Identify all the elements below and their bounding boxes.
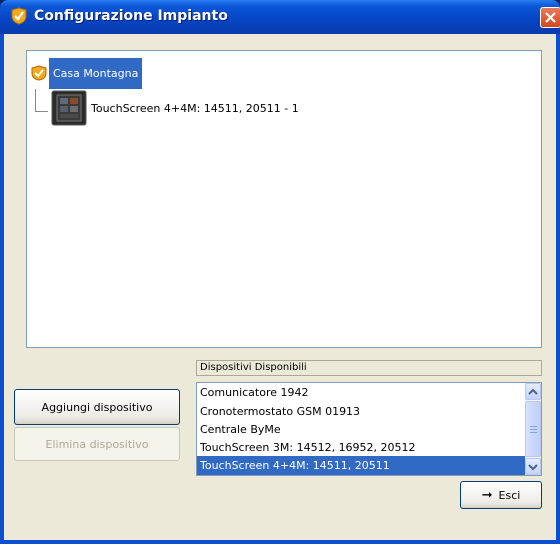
tree-device-label[interactable]: TouchScreen 4+4M: 14511, 20511 - 1 [91, 102, 299, 115]
chevron-up-icon [528, 388, 538, 395]
scroll-grip-line [530, 429, 537, 430]
list-scrollbar[interactable] [525, 383, 541, 475]
delete-device-button[interactable]: Elimina dispositivo [14, 427, 180, 461]
list-item[interactable]: Comunicatore 1942 [197, 383, 525, 402]
tree-node-root[interactable]: Casa Montagna [31, 57, 143, 89]
scroll-down-button[interactable] [525, 458, 541, 475]
exit-button[interactable]: ➞ Esci [460, 481, 542, 509]
device-tree[interactable]: Casa Montagna TouchScreen 4+4M: 14511, 2… [26, 50, 542, 348]
list-item[interactable]: Cronotermostato GSM 01913 [197, 402, 525, 421]
tree-connector [35, 111, 48, 112]
scroll-grip-line [530, 432, 537, 433]
window-title: Configurazione Impianto [34, 8, 228, 24]
scroll-up-button[interactable] [525, 383, 541, 400]
scroll-thumb[interactable] [525, 401, 541, 457]
tree-connector [35, 89, 36, 111]
available-devices-list[interactable]: Comunicatore 1942 Cronotermostato GSM 01… [196, 382, 542, 476]
tree-root-label[interactable]: Casa Montagna [49, 57, 143, 89]
list-item[interactable]: TouchScreen 3M: 14512, 16952, 20512 [197, 438, 525, 457]
window-border-right [556, 34, 560, 544]
dialog-window: Configurazione Impianto Casa Montagna To… [0, 0, 560, 544]
shield-check-icon [11, 7, 27, 25]
arrow-right-icon: ➞ [481, 487, 493, 503]
exit-button-label: Esci [498, 488, 521, 502]
list-item-selected[interactable]: TouchScreen 4+4M: 14511, 20511 [197, 456, 525, 475]
scroll-grip-line [530, 426, 537, 427]
close-icon [545, 12, 556, 23]
close-button[interactable] [540, 7, 560, 28]
available-devices-header: Dispositivi Disponibili [196, 360, 542, 376]
add-device-button[interactable]: Aggiungi dispositivo [14, 389, 180, 425]
chevron-down-icon [528, 463, 538, 470]
house-shield-icon [31, 65, 47, 81]
touchscreen-device-icon [51, 90, 87, 126]
title-bar[interactable]: Configurazione Impianto [0, 0, 560, 34]
window-border-bottom [0, 540, 560, 544]
list-item[interactable]: Centrale ByMe [197, 420, 525, 439]
